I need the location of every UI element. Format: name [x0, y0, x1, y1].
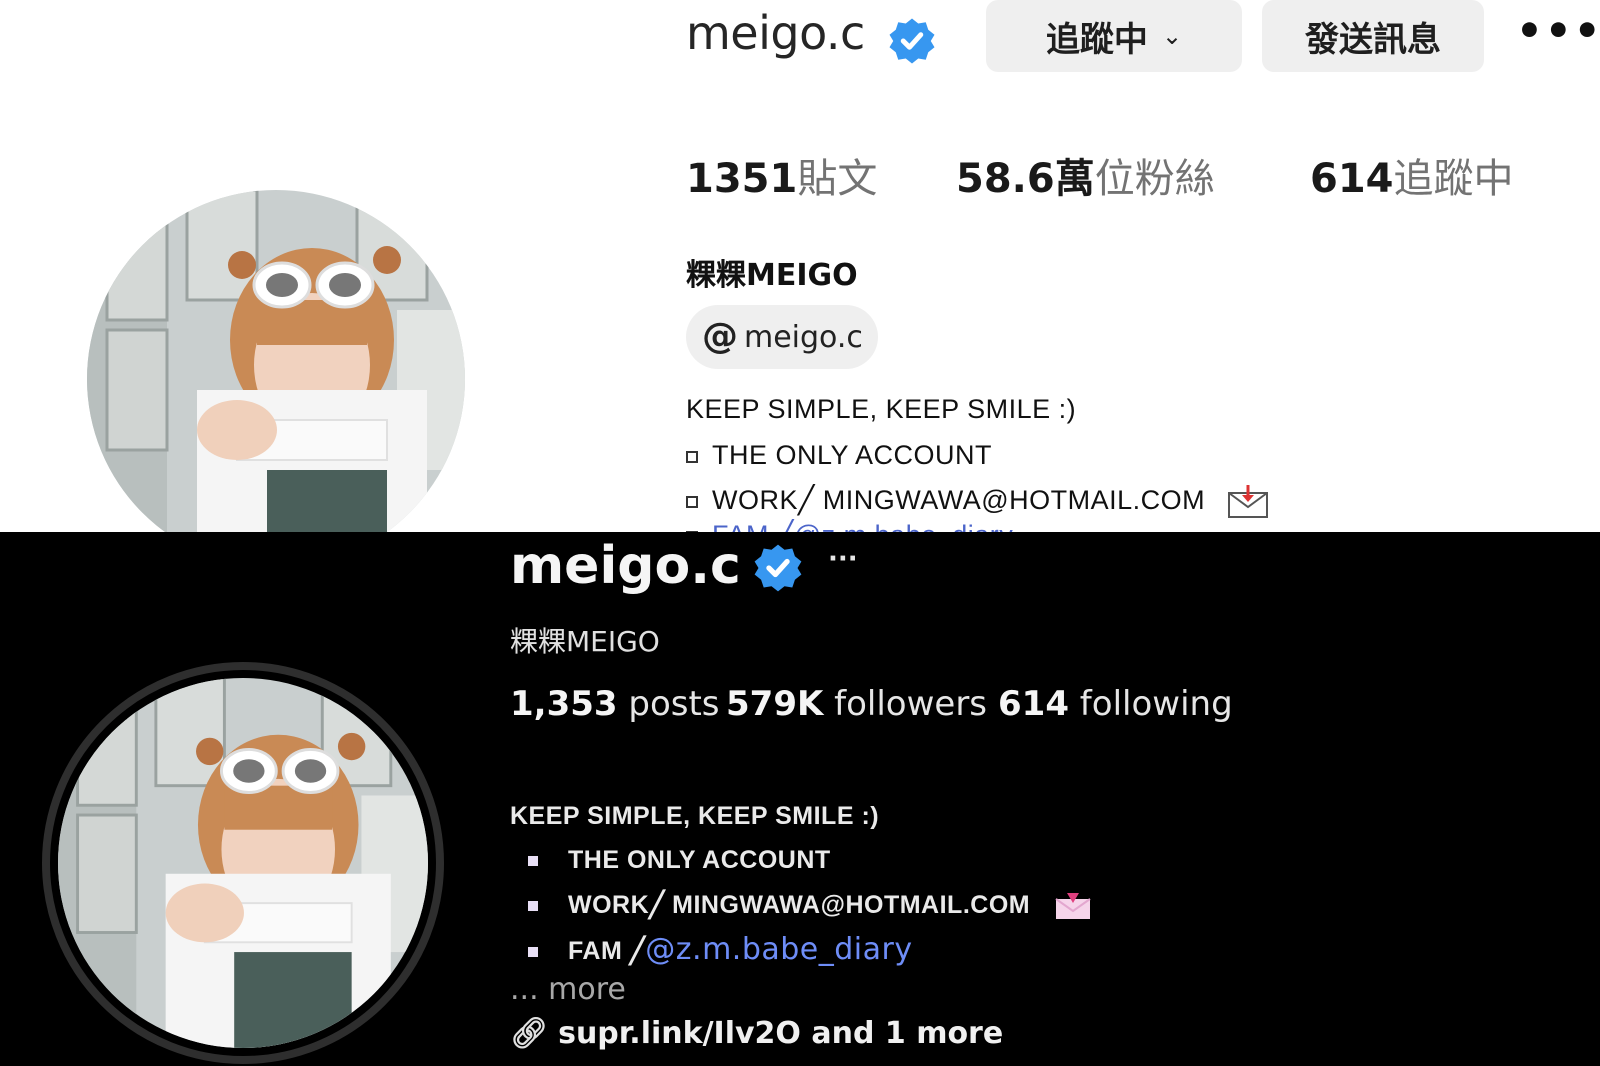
bullet-square-icon — [528, 856, 538, 867]
posts-stat: 1351貼文 — [686, 146, 877, 204]
envelope-icon — [1228, 485, 1269, 518]
family-account-link[interactable]: @z.m.babe_diary — [645, 932, 912, 967]
posts-label: posts — [628, 684, 720, 724]
chevron-down-icon: ⌄ — [1161, 22, 1183, 50]
bio-text[interactable]: FAM ╱@z.m.babe_diary — [712, 520, 1013, 532]
envelope-icon — [1054, 893, 1091, 920]
external-link-text: supr.link/Ilv2O and 1 more — [558, 1016, 1004, 1051]
followers-stat[interactable]: 579K followers — [726, 684, 987, 724]
threads-link[interactable]: @ meigo.c — [686, 305, 878, 369]
followers-stat[interactable]: 58.6萬位粉絲 — [956, 146, 1215, 204]
profile-username: meigo.c — [510, 536, 741, 596]
more-options-icon[interactable]: ••• — [1516, 6, 1600, 55]
following-stat[interactable]: 614追蹤中 — [1310, 146, 1514, 204]
bio-line: THE ONLY ACCOUNT — [528, 846, 831, 875]
bio-text: WORK╱ MINGWAWA@HOTMAIL.COM — [712, 485, 1206, 516]
profile-username: meigo.c — [686, 6, 865, 60]
bio-text: WORK╱ MINGWAWA@HOTMAIL.COM — [568, 891, 1031, 919]
bullet-square-icon — [528, 901, 538, 912]
followers-label: 位粉絲 — [1094, 156, 1215, 202]
bio-more-link[interactable]: ... more — [510, 972, 626, 1007]
following-button[interactable]: 追蹤中 ⌄ — [986, 0, 1242, 72]
bio-line: WORK╱ MINGWAWA@HOTMAIL.COM — [528, 890, 1092, 921]
posts-label: 貼文 — [797, 156, 878, 202]
external-link[interactable]: 🔗︎ supr.link/Ilv2O and 1 more — [510, 1016, 1003, 1051]
bio-line: WORK╱ MINGWAWA@HOTMAIL.COM — [686, 485, 1269, 519]
bullet-square-icon — [686, 496, 698, 508]
verified-badge-icon — [754, 544, 802, 592]
followers-count: 58.6萬 — [956, 156, 1095, 202]
following-label: following — [1079, 684, 1233, 724]
more-options-icon[interactable]: ··· — [828, 544, 858, 574]
bio-text: THE ONLY ACCOUNT — [712, 440, 993, 470]
posts-count: 1,353 — [510, 684, 618, 724]
following-count: 614 — [1310, 156, 1394, 202]
threads-icon: @ — [702, 316, 738, 357]
bio-line: KEEP SIMPLE, KEEP SMILE :) — [686, 394, 1077, 424]
followers-label: followers — [834, 684, 988, 724]
following-count: 614 — [998, 684, 1069, 724]
bio-text: THE ONLY ACCOUNT — [568, 846, 831, 874]
bio-line: KEEP SIMPLE, KEEP SMILE :) — [510, 802, 880, 830]
posts-stat: 1,353 posts — [510, 684, 720, 724]
profile-avatar[interactable] — [58, 678, 428, 1048]
following-stat[interactable]: 614 following — [998, 684, 1233, 724]
dark-profile-panel: meigo.c ··· 粿粿MEIGO 1,353 posts 579K fol… — [0, 532, 1600, 1066]
bio-text: FAM ╱ — [568, 937, 646, 965]
avatar-photo — [58, 678, 428, 1048]
profile-avatar[interactable] — [87, 190, 465, 532]
bullet-square-icon — [686, 450, 698, 463]
display-name: 粿粿MEIGO — [510, 625, 660, 658]
bio-line-partial: FAM ╱@z.m.babe_diary — [686, 520, 1013, 532]
light-profile-panel: meigo.c 追蹤中 ⌄ 發送訊息 ••• 1351貼文 58.6萬位粉絲 6… — [0, 0, 1600, 532]
posts-count: 1351 — [686, 156, 798, 202]
bullet-square-icon — [528, 947, 538, 958]
verified-badge-icon — [889, 18, 935, 64]
followers-count: 579K — [726, 684, 824, 724]
bio-line: THE ONLY ACCOUNT — [686, 440, 992, 471]
send-message-button[interactable]: 發送訊息 — [1262, 0, 1484, 72]
threads-handle: meigo.c — [744, 319, 863, 355]
avatar-photo — [87, 190, 465, 532]
display-name: 粿粿MEIGO — [686, 258, 858, 293]
link-icon: 🔗︎ — [510, 1016, 549, 1051]
following-button-label: 追蹤中 — [1045, 19, 1148, 60]
bio-line: FAM ╱@z.m.babe_diary — [528, 932, 913, 967]
following-label: 追蹤中 — [1393, 156, 1514, 202]
